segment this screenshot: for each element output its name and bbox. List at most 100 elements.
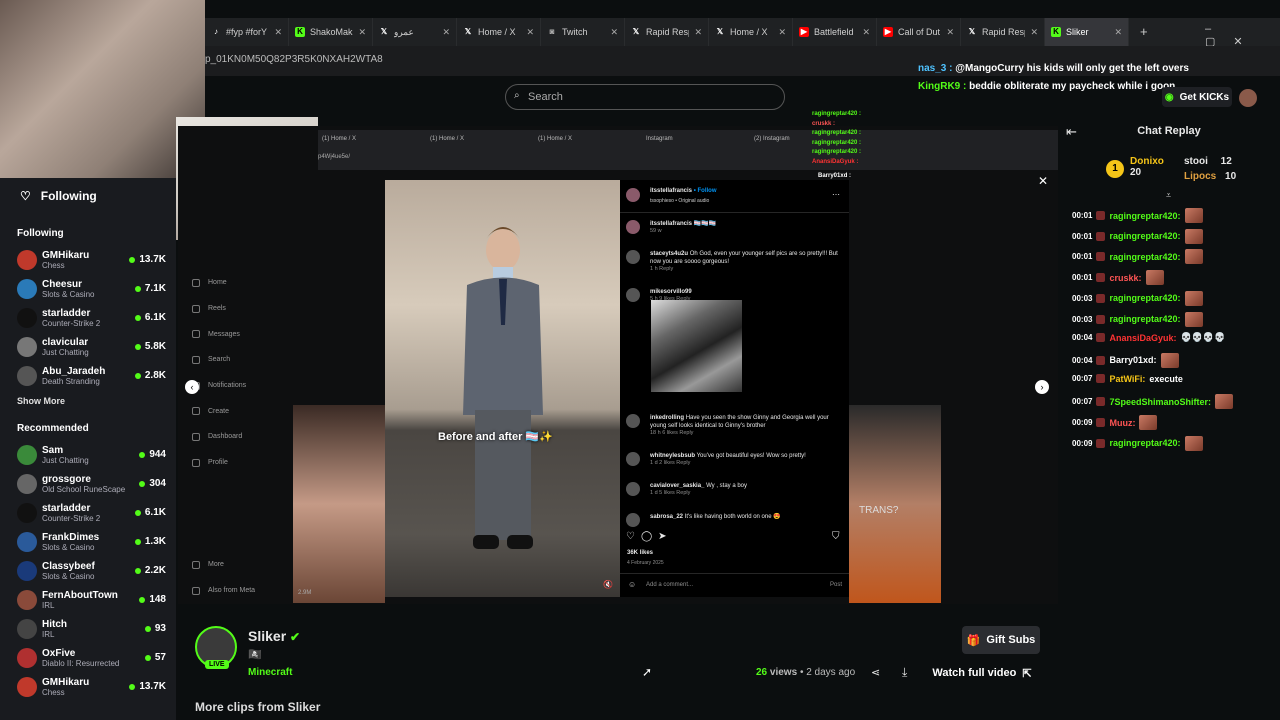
close-tab-icon[interactable]: ✕	[442, 27, 450, 38]
download-icon[interactable]: ⤓	[902, 665, 907, 680]
inner-tab[interactable]: (1) Home / X	[538, 136, 572, 142]
ig-nav-item[interactable]: Create	[185, 398, 285, 424]
sidebar-channel[interactable]: Cheesur Slots & Casino 7.1K	[0, 274, 176, 303]
close-tab-icon[interactable]: ✕	[862, 27, 870, 38]
ig-nav-item[interactable]: Notifications	[185, 373, 285, 399]
share-icon[interactable]: ➤	[658, 531, 672, 542]
new-tab-icon[interactable]: +	[1140, 24, 1148, 39]
nav-more[interactable]: More	[185, 552, 285, 578]
sidebar-channel[interactable]: GMHikaru Chess 13.7K	[0, 245, 176, 274]
inner-tab[interactable]: Instagram	[646, 136, 673, 142]
comment-user[interactable]: inkedrolling	[650, 415, 684, 421]
replay-username[interactable]: ragingreptar420:	[1109, 211, 1180, 221]
close-icon[interactable]: ✕	[1038, 174, 1048, 188]
more-options-icon[interactable]: ⋯	[832, 190, 840, 199]
close-tab-icon[interactable]: ✕	[610, 27, 618, 38]
browser-tab[interactable]: 𝕏 Rapid Resp ✕	[961, 18, 1045, 46]
category-link[interactable]: Minecraft	[248, 667, 292, 678]
browser-tab[interactable]: K ShakoMak ✕	[289, 18, 373, 46]
sidebar-channel[interactable]: Abu_Jaradeh Death Stranding 2.8K	[0, 361, 176, 390]
mute-icon[interactable]: 🔇	[603, 580, 613, 589]
comment-icon[interactable]: ◯	[641, 531, 658, 542]
sidebar-channel[interactable]: grossgore Old School RuneScape 304	[0, 469, 176, 498]
comment-user[interactable]: cavialover_saskia_	[650, 483, 704, 489]
next-arrow-icon[interactable]: ›	[1035, 380, 1049, 394]
inner-tab[interactable]: (1) Home / X	[322, 136, 356, 142]
sidebar-channel[interactable]: Classybeef Slots & Casino 2.2K	[0, 556, 176, 585]
browser-tab[interactable]: 𝕏 Home / X ✕	[457, 18, 541, 46]
browser-tab[interactable]: 𝕏 عمرو ✕	[373, 18, 457, 46]
avatar[interactable]	[626, 482, 640, 496]
author-avatar[interactable]	[626, 188, 640, 202]
follow-button[interactable]: Follow	[697, 188, 716, 194]
sidebar-channel[interactable]: OxFive Diablo II: Resurrected 57	[0, 643, 176, 672]
nav-meta[interactable]: Also from Meta	[185, 578, 285, 604]
post-comment-button[interactable]: Post	[830, 582, 842, 588]
caption-author[interactable]: itsstellafrancis	[650, 221, 692, 227]
ig-nav-item[interactable]: Home	[185, 270, 285, 296]
replay-username[interactable]: ragingreptar420:	[1109, 293, 1180, 303]
replay-username[interactable]: Muuz:	[1109, 418, 1135, 428]
sidebar-channel[interactable]: clavicular Just Chatting 5.8K	[0, 332, 176, 361]
replay-username[interactable]: PatWiFi:	[1109, 374, 1145, 384]
like-icon[interactable]: ♡	[626, 531, 641, 542]
emoji-icon[interactable]: ☺	[628, 580, 636, 589]
sidebar-channel[interactable]: starladder Counter-Strike 2 6.1K	[0, 498, 176, 527]
avatar[interactable]	[626, 513, 640, 527]
avatar[interactable]	[626, 414, 640, 428]
user-avatar[interactable]	[1239, 89, 1257, 107]
browser-tab[interactable]: ▶ Call of Dut ✕	[877, 18, 961, 46]
sidebar-channel[interactable]: Hitch IRL 93	[0, 614, 176, 643]
close-tab-icon[interactable]: ✕	[1114, 27, 1122, 38]
next-reel-thumbnail[interactable]: TRANS?	[849, 405, 941, 603]
post-audio[interactable]: tssophieso • Original audio	[650, 198, 709, 204]
avatar[interactable]	[626, 288, 640, 302]
replay-username[interactable]: 7SpeedShimanoShifter:	[1109, 397, 1211, 407]
inner-tab[interactable]: (2) Instagram	[754, 136, 790, 142]
ig-nav-item[interactable]: Search	[185, 347, 285, 373]
browser-tab[interactable]: K Sliker ✕	[1045, 18, 1129, 46]
close-tab-icon[interactable]: ✕	[946, 27, 954, 38]
window-controls[interactable]: –▢✕	[1205, 23, 1280, 48]
prev-arrow-icon[interactable]: ‹	[185, 380, 199, 394]
ig-nav-item[interactable]: Reels	[185, 296, 285, 322]
replay-username[interactable]: Barry01xd:	[1109, 355, 1156, 365]
sidebar-channel[interactable]: GMHikaru Chess 13.7K	[0, 672, 176, 701]
comment-user[interactable]: staceyts4u2u	[650, 251, 688, 257]
post-author[interactable]: itsstellafrancis	[650, 188, 692, 194]
comment-user[interactable]: mikesorvillo99	[650, 289, 692, 295]
replay-username[interactable]: cruskk:	[1109, 273, 1141, 283]
search-input[interactable]: ⌕ Search	[505, 84, 785, 110]
browser-tab[interactable]: ▶ Battlefield ✕	[793, 18, 877, 46]
expand-leaderboard-icon[interactable]: ⩡	[1166, 190, 1171, 201]
ig-nav-item[interactable]: Profile	[185, 450, 285, 476]
sidebar-channel[interactable]: Sam Just Chatting 944	[0, 440, 176, 469]
close-tab-icon[interactable]: ✕	[274, 27, 282, 38]
show-more-button[interactable]: Show More	[0, 390, 176, 406]
following-header[interactable]: ♡ Following	[0, 178, 176, 214]
prev-reel-thumbnail[interactable]	[293, 405, 385, 603]
replay-username[interactable]: ragingreptar420:	[1109, 252, 1180, 262]
close-tab-icon[interactable]: ✕	[358, 27, 366, 38]
gift-subs-button[interactable]: 🎁 Gift Subs	[962, 626, 1040, 654]
inner-tab[interactable]: (1) Home / X	[430, 136, 464, 142]
avatar[interactable]	[626, 250, 640, 264]
share-icon[interactable]: ⋖	[871, 666, 880, 679]
get-kicks-button[interactable]: ◉ Get KICKs	[1162, 87, 1232, 107]
save-icon[interactable]: ⛉	[832, 531, 840, 542]
replay-username[interactable]: ragingreptar420:	[1109, 438, 1180, 448]
close-tab-icon[interactable]: ✕	[526, 27, 534, 38]
add-comment-input[interactable]: Add a comment...	[646, 582, 693, 588]
channel-name[interactable]: Sliker	[248, 628, 286, 644]
likes-count[interactable]: 36K likes	[627, 550, 653, 556]
browser-tab[interactable]: 𝕏 Home / X ✕	[709, 18, 793, 46]
sidebar-channel[interactable]: FernAboutTown IRL 148	[0, 585, 176, 614]
browser-tab[interactable]: 𝕏 Rapid Resp ✕	[625, 18, 709, 46]
ig-nav-item[interactable]: Dashboard	[185, 424, 285, 450]
replay-username[interactable]: AnansiDaGyuk:	[1109, 333, 1176, 343]
close-tab-icon[interactable]: ✕	[778, 27, 786, 38]
sidebar-channel[interactable]: starladder Counter-Strike 2 6.1K	[0, 303, 176, 332]
avatar[interactable]	[626, 452, 640, 466]
browser-tab[interactable]: ♪ #fyp #forY ✕	[205, 18, 289, 46]
comment-user[interactable]: sabrosa_22	[650, 514, 683, 520]
